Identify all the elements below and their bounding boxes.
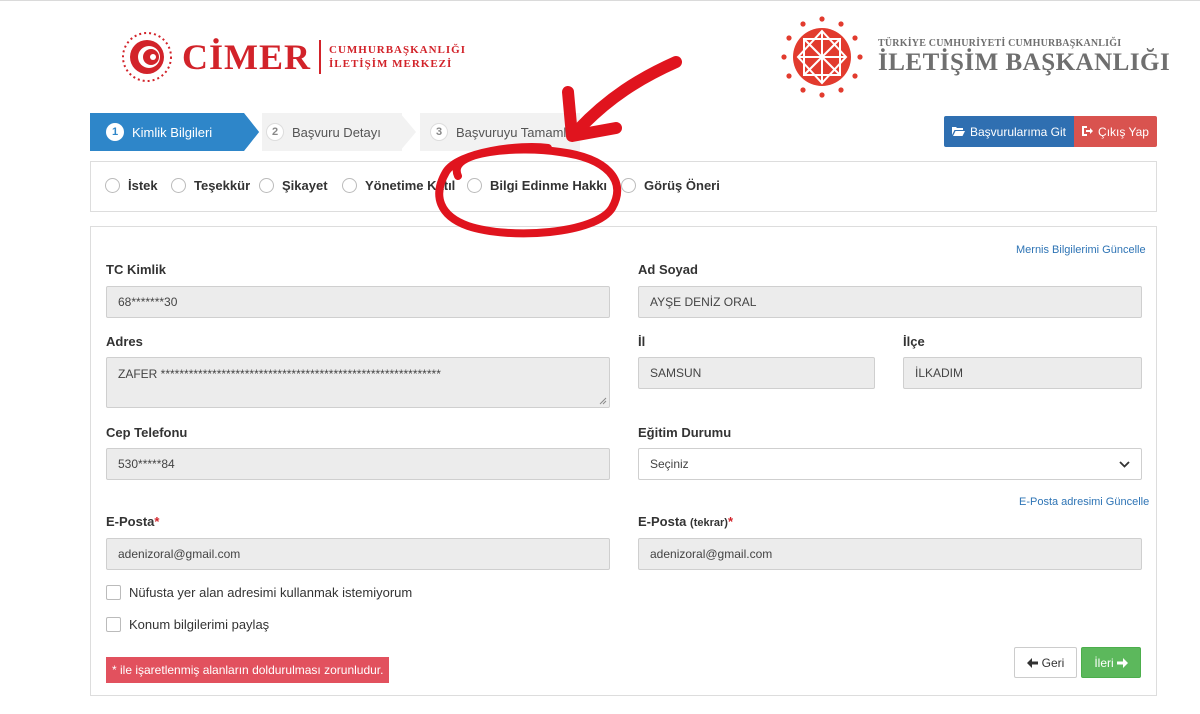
il-label: İl (638, 334, 646, 349)
radio-yonetime-katil[interactable]: Yönetime Katıl (342, 178, 455, 193)
cikis-button[interactable]: Çıkış Yap (1074, 116, 1157, 147)
chevron-down-icon (1119, 460, 1130, 468)
radio-circle[interactable] (342, 178, 357, 193)
checkbox-box[interactable] (106, 585, 121, 600)
cep-telefonu-field[interactable]: 530*****84 (106, 448, 610, 480)
eposta-guncelle-link[interactable]: E-Posta adresimi Güncelle (1019, 496, 1149, 508)
eposta-tekrar-label: E-Posta (tekrar)* (638, 514, 733, 529)
step-kimlik-bilgileri[interactable]: 1 Kimlik Bilgileri (90, 113, 244, 151)
cimer-subtitle: CUMHURBAŞKANLIĞI İLETİŞİM MERKEZİ (329, 43, 466, 71)
ilce-label: İlçe (903, 334, 925, 349)
radio-circle[interactable] (259, 178, 274, 193)
eposta-tekrar-hint: (tekrar) (690, 517, 728, 529)
radio-bilgi-edinme-hakki[interactable]: Bilgi Edinme Hakkı (467, 178, 607, 193)
radio-label: Şikayet (282, 178, 328, 193)
tc-kimlik-value: 68*******30 (118, 295, 178, 309)
radio-sikayet[interactable]: Şikayet (259, 178, 328, 193)
cikis-label: Çıkış Yap (1098, 124, 1149, 139)
cep-telefonu-value: 530*****84 (118, 457, 175, 471)
arrow-left-icon (1026, 657, 1038, 668)
iletisim-text: TÜRKİYE CUMHURİYETİ CUMHURBAŞKANLIĞI İLE… (878, 38, 1170, 77)
ad-soyad-value: AYŞE DENİZ ORAL (650, 295, 757, 309)
radio-label: Görüş Öneri (644, 178, 720, 193)
tc-kimlik-field[interactable]: 68*******30 (106, 286, 610, 318)
ad-soyad-field[interactable]: AYŞE DENİZ ORAL (638, 286, 1142, 318)
radio-label: Teşekkür (194, 178, 251, 193)
folder-open-icon (951, 125, 965, 139)
radio-label: Yönetime Katıl (365, 178, 456, 193)
mernis-guncelle-link[interactable]: Mernis Bilgilerimi Güncelle (1016, 244, 1146, 256)
geri-label: Geri (1041, 655, 1065, 670)
step-basvuruyu-tamamla[interactable]: 3 Başvuruyu Tamamla (420, 113, 580, 151)
checkbox-label: Konum bilgilerimi paylaş (129, 617, 270, 632)
step-number: 3 (430, 123, 448, 141)
ilce-field[interactable]: İLKADIM (903, 357, 1142, 389)
eposta-tekrar-label-text: E-Posta (638, 514, 687, 529)
required-mark: * (154, 514, 160, 529)
checkbox-nufus-adres[interactable]: Nüfusta yer alan adresimi kullanmak iste… (106, 585, 412, 600)
iletisim-emblem-icon (781, 16, 863, 98)
required-fields-note: * ile işaretlenmiş alanların doldurulmas… (106, 657, 390, 683)
eposta-field[interactable]: adenizoral@gmail.com (106, 538, 610, 570)
radio-label: Bilgi Edinme Hakkı (490, 178, 608, 193)
basvurularim-label: Başvurularıma Git (969, 124, 1067, 139)
cimer-badge-icon (122, 32, 172, 82)
ad-soyad-label: Ad Soyad (638, 262, 698, 277)
iletisim-big-title: İLETİŞİM BAŞKANLIĞI (878, 48, 1171, 76)
cep-telefonu-label: Cep Telefonu (106, 425, 188, 440)
tc-kimlik-label: TC Kimlik (106, 262, 166, 277)
annotation-arrow-shaft (572, 56, 682, 136)
basvurularim-button[interactable]: Başvurularıma Git (944, 116, 1074, 147)
radio-tesekkur[interactable]: Teşekkür (171, 178, 250, 193)
radio-circle[interactable] (171, 178, 186, 193)
radio-istek[interactable]: İstek (105, 178, 158, 193)
step-basvuru-detayi[interactable]: 2 Başvuru Detayı (262, 113, 402, 151)
radio-circle[interactable] (105, 178, 120, 193)
eposta-label: E-Posta* (106, 514, 159, 529)
radio-gorus-oneri[interactable]: Görüş Öneri (621, 178, 720, 193)
eposta-tekrar-field[interactable]: adenizoral@gmail.com (638, 538, 1142, 570)
adres-field[interactable]: ZAFER **********************************… (106, 357, 610, 408)
step-number: 1 (106, 123, 124, 141)
egitim-durumu-value: Seçiniz (650, 457, 689, 471)
top-divider (0, 0, 1200, 1)
il-value: SAMSUN (650, 366, 702, 380)
arrow-right-icon (1116, 657, 1128, 668)
step-label: Kimlik Bilgileri (132, 124, 213, 140)
ileri-button[interactable]: İleri (1081, 647, 1141, 678)
iletisim-small-title: TÜRKİYE CUMHURİYETİ CUMHURBAŞKANLIĞI (878, 37, 1122, 49)
egitim-durumu-select[interactable]: Seçiniz (638, 448, 1142, 480)
cimer-logo[interactable]: CİMER CUMHURBAŞKANLIĞI İLETİŞİM MERKEZİ (120, 30, 466, 84)
checkbox-label: Nüfusta yer alan adresimi kullanmak iste… (129, 585, 413, 600)
eposta-tekrar-value: adenizoral@gmail.com (650, 547, 773, 561)
il-field[interactable]: SAMSUN (638, 357, 875, 389)
cimer-subtitle-line1: CUMHURBAŞKANLIĞI (329, 44, 467, 56)
geri-button[interactable]: Geri (1014, 647, 1077, 678)
sign-out-icon (1082, 125, 1094, 139)
step-label: Başvuruyu Tamamla (456, 124, 574, 140)
required-mark: * (727, 514, 733, 529)
radio-circle[interactable] (621, 178, 636, 193)
cimer-subtitle-line2: İLETİŞİM MERKEZİ (329, 58, 453, 70)
step-label: Başvuru Detayı (292, 124, 381, 140)
iletisim-logo[interactable]: TÜRKİYE CUMHURİYETİ CUMHURBAŞKANLIĞI İLE… (780, 14, 1170, 100)
radio-label: İstek (128, 178, 158, 193)
cimer-separator (319, 40, 321, 74)
resize-handle-icon[interactable] (599, 397, 607, 405)
adres-value: ZAFER **********************************… (118, 367, 441, 381)
step-divider-chevron (402, 113, 420, 151)
ilce-value: İLKADIM (915, 366, 964, 380)
radio-circle[interactable] (467, 178, 482, 193)
checkbox-box[interactable] (106, 617, 121, 632)
egitim-durumu-label: Eğitim Durumu (638, 425, 732, 440)
step-divider-chevron (244, 113, 262, 151)
ileri-label: İleri (1094, 655, 1114, 670)
cimer-wordmark: CİMER (182, 37, 311, 77)
step-number: 2 (266, 123, 284, 141)
eposta-label-text: E-Posta (106, 514, 155, 529)
checkbox-konum[interactable]: Konum bilgilerimi paylaş (106, 617, 269, 632)
adres-label: Adres (106, 334, 143, 349)
basvuru-turu-box: İstek Teşekkür Şikayet Yönetime Katıl Bi… (90, 161, 1157, 212)
eposta-value: adenizoral@gmail.com (118, 547, 241, 561)
